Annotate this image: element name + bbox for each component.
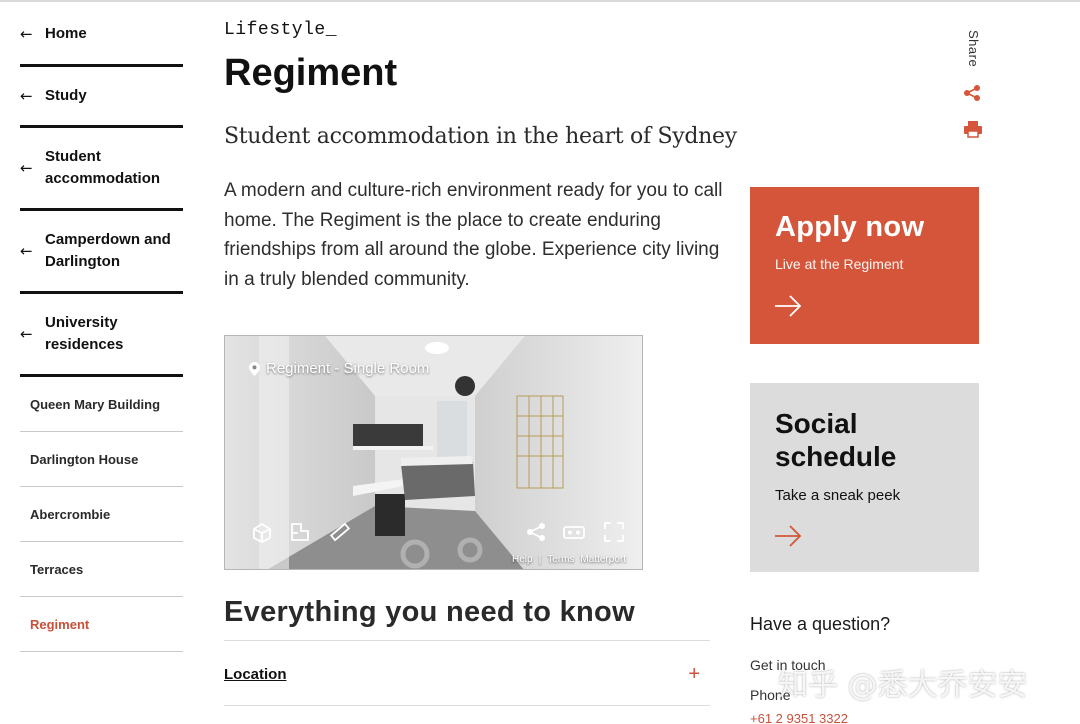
sidebar-item-terraces[interactable]: Terraces <box>20 542 183 597</box>
share-icon[interactable] <box>523 519 549 545</box>
accordion-divider <box>224 705 710 706</box>
tour-terms-link[interactable]: Terms <box>547 554 574 565</box>
section-heading: Everything you need to know <box>224 596 635 628</box>
sidebar-item-queen-mary[interactable]: Queen Mary Building <box>20 377 183 432</box>
sidebar-item-label: Camperdown and Darlington <box>45 231 171 270</box>
sidebar-item-label: Study <box>45 87 87 104</box>
contact-heading: Have a question? <box>750 614 891 634</box>
sidebar-item-camperdown[interactable]: ← Camperdown and Darlington <box>20 211 183 294</box>
arrow-right-icon <box>775 525 802 547</box>
tour-footer-separator: | <box>538 554 542 565</box>
print-icon[interactable] <box>963 120 983 138</box>
tour-title: Regiment - Single Room <box>266 360 430 377</box>
floorplan-icon[interactable] <box>287 519 313 545</box>
tour-footer: Help | Terms Matterport <box>512 554 626 565</box>
watermark: 知乎 @悉大乔安安 <box>778 668 1028 703</box>
sidebar-item-student-accommodation[interactable]: ← Student accommodation <box>20 128 183 211</box>
back-arrow-icon: ← <box>20 87 33 105</box>
intro-paragraph: A modern and culture-rich environment re… <box>224 180 723 290</box>
apply-subtitle: Live at the Regiment <box>775 256 904 272</box>
sidebar-item-label: University residences <box>45 314 124 353</box>
share-label: Share <box>966 30 981 68</box>
sidebar-item-university-residences[interactable]: ← University residences <box>20 294 183 377</box>
accordion-location[interactable]: Location + <box>224 660 710 688</box>
page-title: Regiment <box>224 52 398 94</box>
measure-icon[interactable] <box>327 519 353 545</box>
sidebar-item-abercrombie[interactable]: Abercrombie <box>20 487 183 542</box>
vr-icon[interactable] <box>561 519 587 545</box>
sidebar-item-label: Home <box>45 25 87 42</box>
back-arrow-icon: ← <box>20 325 33 343</box>
top-border <box>0 0 1080 2</box>
apply-now-card[interactable]: Apply now Live at the Regiment <box>750 187 979 344</box>
arrow-right-icon <box>775 295 802 317</box>
dollhouse-icon[interactable] <box>249 519 275 545</box>
accordion-label: Location <box>224 665 287 683</box>
sidebar-item-darlington-house[interactable]: Darlington House <box>20 432 183 487</box>
sidebar-item-study[interactable]: ← Study <box>20 67 183 128</box>
page-eyebrow: Lifestyle_ <box>224 20 338 40</box>
sidebar-nav: ← Home ← Study ← Student accommodation ←… <box>20 4 183 652</box>
share-tools: Share <box>964 30 984 138</box>
social-schedule-card[interactable]: Social schedule Take a sneak peek <box>750 383 979 572</box>
sidebar-item-regiment[interactable]: Regiment <box>20 597 183 652</box>
fullscreen-icon[interactable] <box>601 519 627 545</box>
accordion-divider <box>224 640 710 641</box>
matterport-logo[interactable]: Matterport <box>580 554 626 565</box>
apply-title: Apply now <box>775 211 925 243</box>
back-arrow-icon: ← <box>20 25 33 43</box>
social-subtitle: Take a sneak peek <box>775 487 901 504</box>
back-arrow-icon: ← <box>20 242 33 260</box>
sidebar-item-label: Student accommodation <box>45 148 161 187</box>
social-title: Social schedule <box>775 408 897 472</box>
back-arrow-icon: ← <box>20 159 33 177</box>
page-subtitle: Student accommodation in the heart of Sy… <box>224 124 737 149</box>
sidebar-item-home[interactable]: ← Home <box>20 4 183 67</box>
plus-icon[interactable]: + <box>688 663 700 686</box>
tour-location-label: Regiment - Single Room <box>249 360 429 377</box>
virtual-tour-viewer[interactable]: Regiment - Single Room Help | Terms Matt… <box>224 335 643 570</box>
share-icon[interactable] <box>963 84 981 102</box>
phone-link[interactable]: +61 2 9351 3322 <box>750 711 848 724</box>
tour-help-link[interactable]: Help <box>512 554 533 565</box>
location-pin-icon <box>249 361 260 376</box>
